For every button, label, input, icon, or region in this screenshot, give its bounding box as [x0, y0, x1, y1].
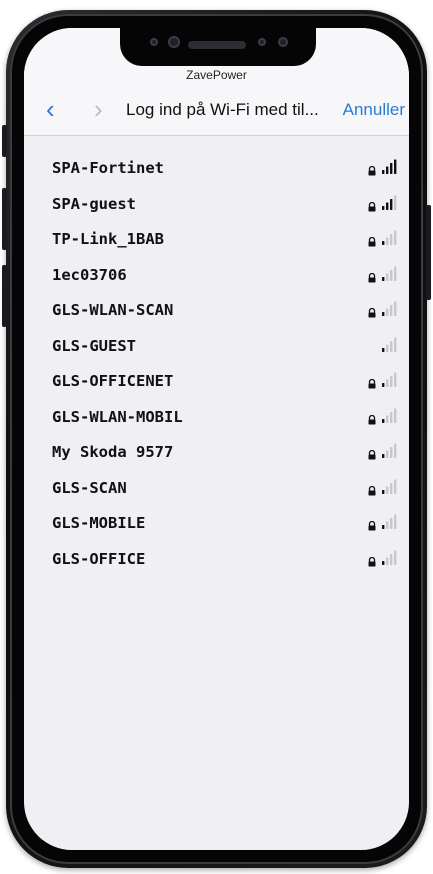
network-row[interactable]: SPA-guest — [24, 189, 409, 225]
action-button — [2, 125, 7, 157]
network-row[interactable]: 1ec03706 — [24, 260, 409, 296]
network-name: TP-Link_1BAB — [52, 230, 164, 248]
network-list: SPA-Fortinet SPA-guest TP-Link_1BAB 1ec0370… — [24, 153, 409, 579]
lock-icon — [368, 379, 376, 389]
wifi-signal-icon — [382, 159, 397, 174]
network-name: GLS-SCAN — [52, 478, 127, 497]
sensor-dot — [258, 38, 266, 46]
network-row[interactable]: GLS-OFFICE — [24, 544, 409, 580]
wifi-signal-icon — [382, 195, 397, 210]
network-name: GLS-GUEST — [52, 336, 136, 355]
lock-icon — [368, 201, 376, 211]
lock-icon — [368, 308, 376, 318]
proximity-sensor — [278, 37, 288, 47]
network-row[interactable]: GLS-MOBILE — [24, 508, 409, 544]
network-name: My Skoda 9577 — [52, 443, 174, 461]
cancel-button[interactable]: Annuller — [343, 100, 405, 120]
front-camera — [168, 36, 180, 48]
earpiece-speaker — [188, 41, 246, 49]
notch — [120, 28, 316, 66]
network-name: SPA-guest — [52, 194, 136, 213]
phone-frame: ZavePower ‹ › Log ind på Wi-Fi med til..… — [2, 10, 431, 868]
wifi-signal-icon — [382, 372, 397, 387]
network-name: 1ec03706 — [52, 265, 127, 284]
volume-down-button — [2, 265, 7, 327]
wifi-signal-icon — [382, 266, 397, 281]
forward-chevron-icon[interactable]: › — [94, 96, 103, 122]
network-name: GLS-WLAN-MOBIL — [52, 407, 183, 426]
lock-icon — [368, 450, 376, 460]
lock-icon — [368, 556, 376, 566]
volume-up-button — [2, 188, 7, 250]
operator-label: ZavePower — [186, 68, 247, 82]
wifi-signal-icon — [382, 230, 397, 245]
network-row[interactable]: GLS-GUEST — [24, 331, 409, 367]
lock-icon — [368, 166, 376, 176]
wifi-signal-icon — [382, 443, 397, 458]
wifi-signal-icon — [382, 408, 397, 423]
network-name: GLS-OFFICENET — [52, 372, 174, 390]
lock-icon — [368, 485, 376, 495]
wifi-signal-icon — [382, 479, 397, 494]
network-name: GLS-MOBILE — [52, 514, 146, 532]
wifi-signal-icon — [382, 301, 397, 316]
wifi-signal-icon — [382, 337, 397, 352]
screen: ZavePower ‹ › Log ind på Wi-Fi med til..… — [24, 28, 409, 850]
network-name: GLS-OFFICE — [52, 549, 146, 568]
back-chevron-icon[interactable]: ‹ — [46, 96, 55, 122]
lock-icon — [368, 414, 376, 424]
lock-icon — [368, 272, 376, 282]
network-row[interactable]: SPA-Fortinet — [24, 153, 409, 189]
network-row[interactable]: GLS-OFFICENET — [24, 366, 409, 402]
network-name: GLS-WLAN-SCAN — [52, 301, 174, 319]
power-button — [426, 205, 431, 300]
sensor-dot — [150, 38, 158, 46]
network-row[interactable]: GLS-WLAN-MOBIL — [24, 402, 409, 438]
network-row[interactable]: GLS-SCAN — [24, 473, 409, 509]
lock-icon — [368, 237, 376, 247]
network-row[interactable]: TP-Link_1BAB — [24, 224, 409, 260]
page-title: Log ind på Wi-Fi med til... — [126, 100, 319, 119]
network-name: SPA-Fortinet — [52, 159, 164, 177]
wifi-signal-icon — [382, 550, 397, 565]
network-row[interactable]: GLS-WLAN-SCAN — [24, 295, 409, 331]
network-row[interactable]: My Skoda 9577 — [24, 437, 409, 473]
lock-icon — [368, 521, 376, 531]
wifi-signal-icon — [382, 514, 397, 529]
